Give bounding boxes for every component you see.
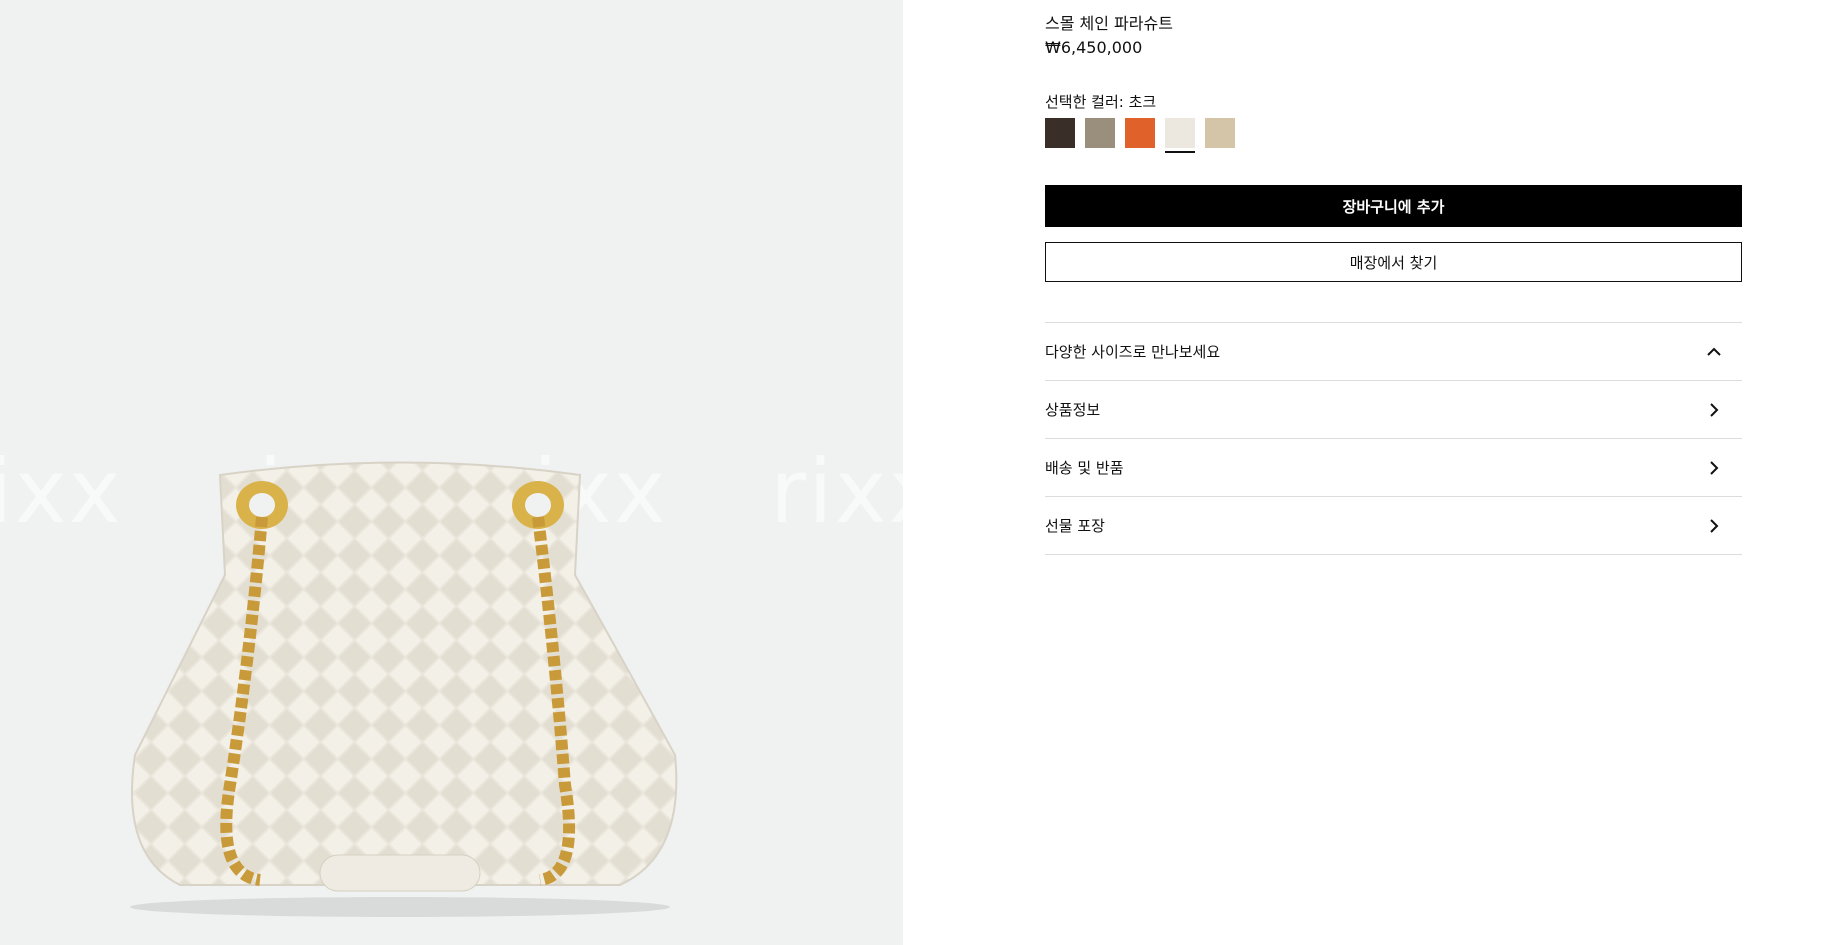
chevron-up-icon bbox=[1707, 347, 1721, 356]
swatch-dark-brown[interactable] bbox=[1045, 118, 1075, 148]
accordion-label: 선물 포장 bbox=[1045, 517, 1105, 535]
chevron-right-icon bbox=[1710, 518, 1719, 533]
accordion-sizes[interactable]: 다양한 사이즈로 만나보세요 bbox=[1045, 322, 1742, 380]
product-image-pane: rixx rixx rixx rixx bbox=[0, 0, 903, 945]
swatch-chalk[interactable] bbox=[1165, 118, 1195, 153]
color-swatches bbox=[1045, 118, 1235, 153]
selected-color-label: 선택한 컬러: 초크 bbox=[1045, 93, 1157, 111]
add-to-cart-button[interactable]: 장바구니에 추가 bbox=[1045, 185, 1742, 227]
accordion-gift-wrapping[interactable]: 선물 포장 bbox=[1045, 496, 1742, 555]
find-in-store-button[interactable]: 매장에서 찾기 bbox=[1045, 242, 1742, 282]
accordion-label: 배송 및 반품 bbox=[1045, 459, 1124, 477]
accordion-product-info[interactable]: 상품정보 bbox=[1045, 380, 1742, 438]
swatch-sand[interactable] bbox=[1205, 118, 1235, 148]
swatch-taupe[interactable] bbox=[1085, 118, 1115, 148]
chevron-right-icon bbox=[1710, 460, 1719, 475]
product-title: 스몰 체인 파라슈트 bbox=[1045, 14, 1173, 33]
watermark-text: rixx bbox=[770, 440, 903, 543]
product-price: ₩6,450,000 bbox=[1045, 38, 1143, 57]
accordion-shipping-returns[interactable]: 배송 및 반품 bbox=[1045, 438, 1742, 496]
accordion-label: 다양한 사이즈로 만나보세요 bbox=[1045, 343, 1221, 361]
chevron-right-icon bbox=[1710, 402, 1719, 417]
product-bag-image bbox=[130, 461, 678, 917]
product-accordion: 다양한 사이즈로 만나보세요 상품정보 배송 및 반품 선물 포장 bbox=[1045, 322, 1742, 555]
accordion-label: 상품정보 bbox=[1045, 401, 1101, 419]
swatch-orange[interactable] bbox=[1125, 118, 1155, 148]
